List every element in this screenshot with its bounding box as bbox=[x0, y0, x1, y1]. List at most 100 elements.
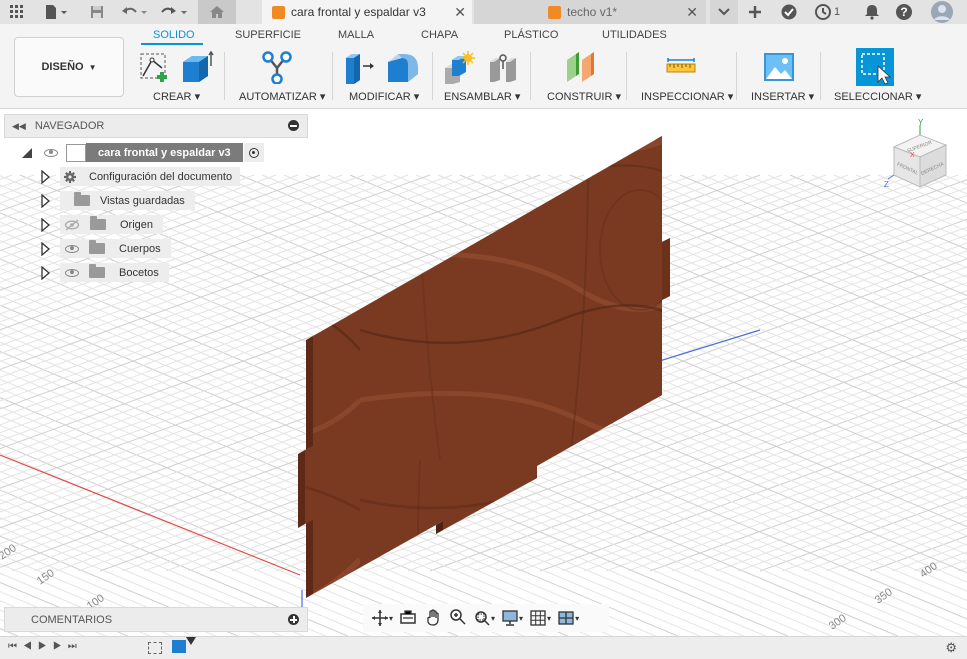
fit-icon[interactable]: ▾ bbox=[473, 609, 495, 627]
svg-text:?: ? bbox=[900, 5, 907, 19]
group-ensamblar[interactable]: ENSAMBLAR ▾ bbox=[444, 90, 520, 103]
orbit-icon[interactable]: ▾ bbox=[371, 609, 393, 627]
pan-hand-icon[interactable] bbox=[425, 608, 443, 629]
display-settings-icon[interactable]: ▾ bbox=[501, 609, 523, 627]
timeline-settings-gear-icon[interactable]: ⚙ bbox=[945, 640, 957, 656]
expand-triangle-icon[interactable] bbox=[40, 193, 50, 208]
home-icon[interactable] bbox=[198, 0, 236, 24]
browser-node-origin[interactable]: Origen bbox=[40, 215, 164, 234]
grid-label: 300 bbox=[827, 612, 849, 632]
browser-node-bodies[interactable]: Cuerpos bbox=[40, 239, 171, 258]
save-icon[interactable] bbox=[86, 0, 108, 24]
tab-chapa[interactable]: CHAPA bbox=[421, 29, 458, 41]
new-component-icon[interactable] bbox=[442, 50, 476, 87]
workspace-switcher-button[interactable]: DISEÑO ▼ bbox=[14, 37, 124, 97]
timeline-bar: ⏮◀▶▶⏭ ⚙ bbox=[0, 636, 967, 659]
tab-solido[interactable]: SOLIDO bbox=[153, 29, 195, 41]
grid-line bbox=[0, 174, 101, 212]
group-inspeccionar[interactable]: INSPECCIONAR ▾ bbox=[641, 90, 733, 103]
create-sketch-icon[interactable] bbox=[138, 50, 172, 87]
extensions-icon[interactable] bbox=[776, 0, 802, 24]
browser-root-row[interactable]: cara frontal y espaldar v3 bbox=[20, 143, 264, 162]
undo-icon[interactable] bbox=[118, 0, 150, 24]
grid-line bbox=[0, 174, 255, 267]
user-avatar[interactable] bbox=[928, 0, 956, 24]
tab-superficie[interactable]: SUPERFICIE bbox=[235, 29, 301, 41]
expanded-triangle-icon[interactable] bbox=[20, 146, 34, 160]
timeline-marker-icon[interactable] bbox=[186, 637, 196, 645]
job-status-icon[interactable]: 1 bbox=[810, 0, 844, 24]
viewports-icon[interactable]: ▾ bbox=[557, 609, 579, 627]
timeline-extrude-icon[interactable] bbox=[172, 640, 186, 653]
file-menu-icon[interactable] bbox=[40, 0, 72, 24]
collapse-left-icon[interactable]: ◀◀ bbox=[12, 121, 26, 132]
node-label: Bocetos bbox=[119, 266, 159, 279]
group-modificar[interactable]: MODIFICAR ▾ bbox=[349, 90, 419, 103]
browser-navigator-header[interactable]: ◀◀ NAVEGADOR bbox=[4, 114, 308, 138]
folder-icon bbox=[89, 240, 105, 254]
fillet-icon[interactable] bbox=[386, 50, 420, 87]
viewcube-z-label: Z bbox=[884, 180, 889, 189]
timeline-sketch-icon[interactable] bbox=[148, 642, 162, 654]
folder-icon bbox=[74, 192, 90, 206]
automate-icon[interactable] bbox=[260, 50, 294, 87]
grid-line bbox=[715, 480, 967, 572]
separator bbox=[224, 52, 225, 100]
tab-plastico[interactable]: PLÁSTICO bbox=[504, 29, 558, 41]
help-icon[interactable]: ? bbox=[892, 0, 916, 24]
group-construir[interactable]: CONSTRUIR ▾ bbox=[547, 90, 621, 103]
group-crear[interactable]: CREAR ▾ bbox=[153, 90, 200, 103]
job-count: 1 bbox=[833, 6, 841, 18]
activate-radio-icon[interactable] bbox=[243, 143, 264, 162]
tab-malla[interactable]: MALLA bbox=[338, 29, 374, 41]
insert-image-icon[interactable] bbox=[762, 50, 796, 87]
comments-panel-header[interactable]: COMENTARIOS bbox=[4, 607, 308, 632]
select-icon[interactable] bbox=[856, 48, 894, 89]
group-insertar[interactable]: INSERTAR ▾ bbox=[751, 90, 814, 103]
browser-node-doc-settings[interactable]: Configuración del documento bbox=[40, 167, 241, 186]
chevron-down-icon[interactable] bbox=[710, 0, 738, 24]
view-cube[interactable]: SUPERIOR FRONTAL DERECHA Y Z X bbox=[880, 118, 960, 199]
new-tab-icon[interactable] bbox=[742, 0, 768, 24]
visibility-eye-icon[interactable] bbox=[44, 148, 58, 157]
browser-node-sketches[interactable]: Bocetos bbox=[40, 263, 169, 282]
timeline-playback-icon[interactable]: ⏮◀▶▶⏭ bbox=[8, 641, 83, 652]
app-grid-icon[interactable] bbox=[6, 0, 28, 24]
node-label: Cuerpos bbox=[119, 242, 161, 255]
close-tab-icon[interactable]: ✕ bbox=[454, 4, 466, 21]
node-label: Vistas guardadas bbox=[100, 194, 185, 207]
group-seleccionar[interactable]: SELECCIONAR ▾ bbox=[834, 90, 921, 103]
minimize-panel-icon[interactable] bbox=[288, 120, 299, 131]
visibility-eye-icon[interactable] bbox=[65, 244, 79, 253]
zoom-icon[interactable] bbox=[449, 608, 467, 629]
ribbon-toolbar: DISEÑO ▼ SOLIDO SUPERFICIE MALLA CHAPA P… bbox=[0, 24, 967, 109]
visibility-eye-icon[interactable] bbox=[65, 268, 79, 277]
add-comment-icon[interactable] bbox=[288, 614, 299, 625]
root-component-label[interactable]: cara frontal y espaldar v3 bbox=[86, 143, 243, 162]
redo-icon[interactable] bbox=[158, 0, 190, 24]
notifications-bell-icon[interactable] bbox=[860, 0, 884, 24]
grid-label: 200 bbox=[0, 542, 19, 562]
tab-utilidades[interactable]: UTILIDADES bbox=[602, 29, 667, 41]
separator bbox=[820, 52, 821, 100]
extrude-icon[interactable] bbox=[180, 50, 214, 87]
group-automatizar[interactable]: AUTOMATIZAR ▾ bbox=[239, 90, 325, 103]
look-at-icon[interactable] bbox=[399, 608, 417, 629]
tab-techo[interactable]: techo v1* ✕ bbox=[474, 0, 706, 24]
tab-cara-frontal[interactable]: cara frontal y espaldar v3 ✕ bbox=[262, 0, 472, 24]
joint-icon[interactable] bbox=[486, 50, 520, 87]
folder-icon bbox=[89, 264, 105, 278]
close-tab-icon[interactable]: ✕ bbox=[686, 4, 698, 21]
offset-plane-icon[interactable] bbox=[564, 50, 598, 87]
expand-triangle-icon[interactable] bbox=[40, 241, 50, 256]
expand-triangle-icon[interactable] bbox=[40, 217, 50, 232]
expand-triangle-icon[interactable] bbox=[40, 169, 50, 184]
press-pull-icon[interactable] bbox=[344, 50, 378, 87]
hidden-eye-icon[interactable] bbox=[64, 219, 80, 231]
3d-viewport[interactable]: 150 200 100 400 350 300 SUPERIOR FRONTAL… bbox=[0, 109, 967, 636]
browser-node-saved-views[interactable]: Vistas guardadas bbox=[40, 191, 195, 210]
measure-icon[interactable] bbox=[664, 50, 698, 87]
node-label: Configuración del documento bbox=[89, 170, 233, 183]
grid-settings-icon[interactable]: ▾ bbox=[529, 609, 551, 627]
expand-triangle-icon[interactable] bbox=[40, 265, 50, 280]
